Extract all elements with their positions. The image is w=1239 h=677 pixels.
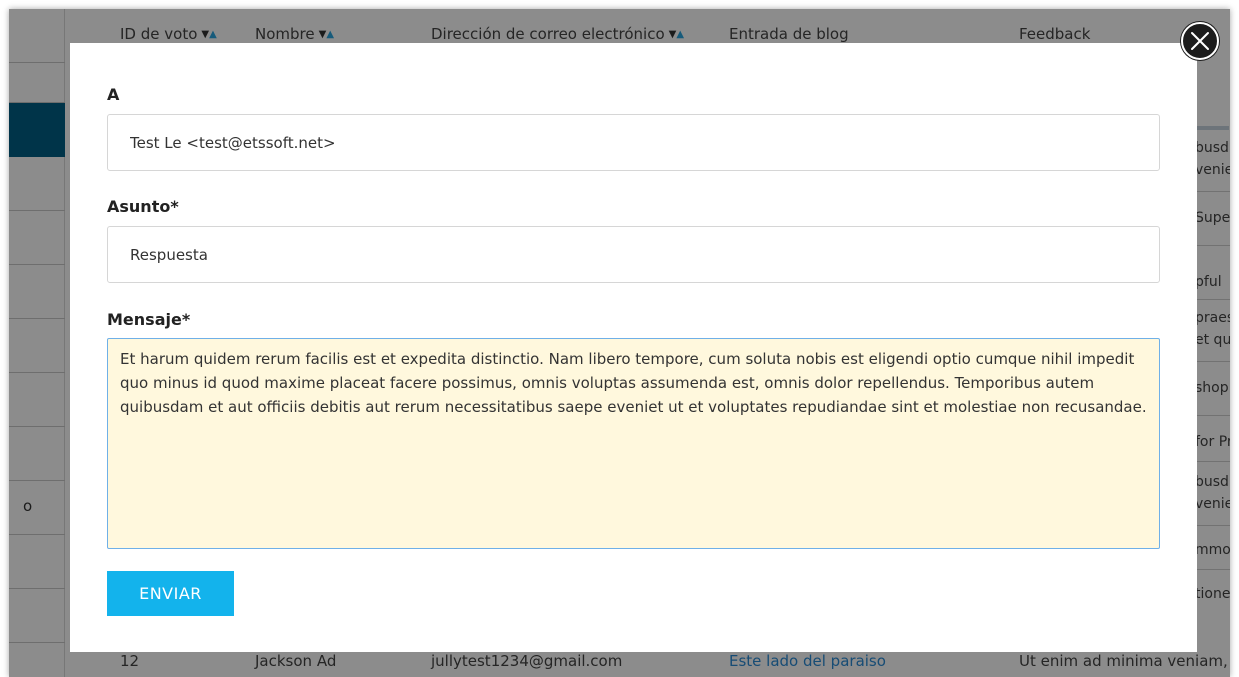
sidebar-item[interactable] bbox=[9, 427, 65, 481]
sidebar-item[interactable] bbox=[9, 265, 65, 319]
subject-field[interactable] bbox=[107, 226, 1160, 283]
row-divider bbox=[1195, 361, 1230, 362]
sidebar-item[interactable] bbox=[9, 49, 65, 103]
row-divider bbox=[1195, 299, 1230, 300]
row-feedback: Ut enim ad minima veniam, bbox=[1019, 652, 1228, 670]
feedback-cell: praes bbox=[1195, 310, 1230, 326]
column-header-vote-id[interactable]: ID de voto ▼▲ bbox=[120, 25, 217, 43]
row-email: jullytest1234@gmail.com bbox=[431, 652, 623, 670]
row-divider bbox=[1195, 525, 1230, 526]
feedback-cell: busd bbox=[1195, 140, 1229, 156]
feedback-cell: busd bbox=[1195, 474, 1229, 490]
feedback-cell: Supe bbox=[1195, 210, 1230, 226]
row-divider bbox=[1195, 245, 1230, 246]
sidebar-item[interactable] bbox=[9, 211, 65, 265]
column-header-name[interactable]: Nombre ▼▲ bbox=[255, 25, 334, 43]
feedback-cell: venie bbox=[1195, 162, 1230, 178]
feedback-cell: pful bbox=[1195, 274, 1222, 290]
row-blog-post-link[interactable]: Este lado del paraiso bbox=[729, 652, 886, 670]
send-button[interactable]: ENVIAR bbox=[107, 571, 234, 616]
column-header-email[interactable]: Dirección de correo electrónico ▼▲ bbox=[431, 25, 684, 43]
reply-email-modal: A Asunto* Mensaje* Et harum quidem rerum… bbox=[70, 43, 1197, 652]
close-button[interactable] bbox=[1181, 22, 1219, 60]
sort-arrows-icon[interactable]: ▼▲ bbox=[201, 29, 216, 40]
message-textarea[interactable]: Et harum quidem rerum facilis est et exp… bbox=[107, 338, 1160, 549]
feedback-cell: venie bbox=[1195, 496, 1230, 512]
feedback-cell: et qu bbox=[1195, 332, 1230, 348]
row-divider bbox=[1195, 569, 1230, 570]
row-divider bbox=[1195, 415, 1230, 416]
to-label: A bbox=[107, 85, 120, 104]
subject-label: Asunto* bbox=[107, 197, 179, 216]
row-vote-id: 12 bbox=[120, 652, 140, 670]
column-header-feedback: Feedback bbox=[1019, 25, 1091, 43]
row-divider bbox=[1195, 191, 1230, 192]
row-divider bbox=[1195, 461, 1230, 462]
sort-arrows-icon[interactable]: ▼▲ bbox=[669, 29, 684, 40]
background-sidebar: o bbox=[9, 9, 65, 677]
sidebar-item-active[interactable] bbox=[9, 103, 65, 157]
sidebar-item[interactable] bbox=[9, 157, 65, 211]
feedback-cell: tione bbox=[1195, 586, 1230, 602]
feedback-cell: mmo bbox=[1195, 542, 1230, 558]
sidebar-item[interactable] bbox=[9, 319, 65, 373]
to-field[interactable] bbox=[107, 114, 1160, 171]
sidebar-partial-label: o bbox=[23, 497, 33, 515]
row-name: Jackson Ad bbox=[255, 652, 337, 670]
message-label: Mensaje* bbox=[107, 310, 191, 329]
sidebar-item[interactable] bbox=[9, 373, 65, 427]
column-label: Dirección de correo electrónico bbox=[431, 25, 665, 43]
sidebar-item[interactable] bbox=[9, 481, 65, 535]
close-circle-icon bbox=[1191, 32, 1209, 50]
sidebar-item[interactable] bbox=[9, 535, 65, 589]
column-header-blog-post: Entrada de blog bbox=[729, 25, 849, 43]
feedback-cell: for Pr bbox=[1195, 434, 1230, 450]
feedback-cell: shop bbox=[1195, 380, 1229, 396]
column-label: ID de voto bbox=[120, 25, 198, 43]
column-label: Nombre bbox=[255, 25, 315, 43]
sidebar-item[interactable] bbox=[9, 589, 65, 643]
sort-arrows-icon[interactable]: ▼▲ bbox=[319, 29, 334, 40]
